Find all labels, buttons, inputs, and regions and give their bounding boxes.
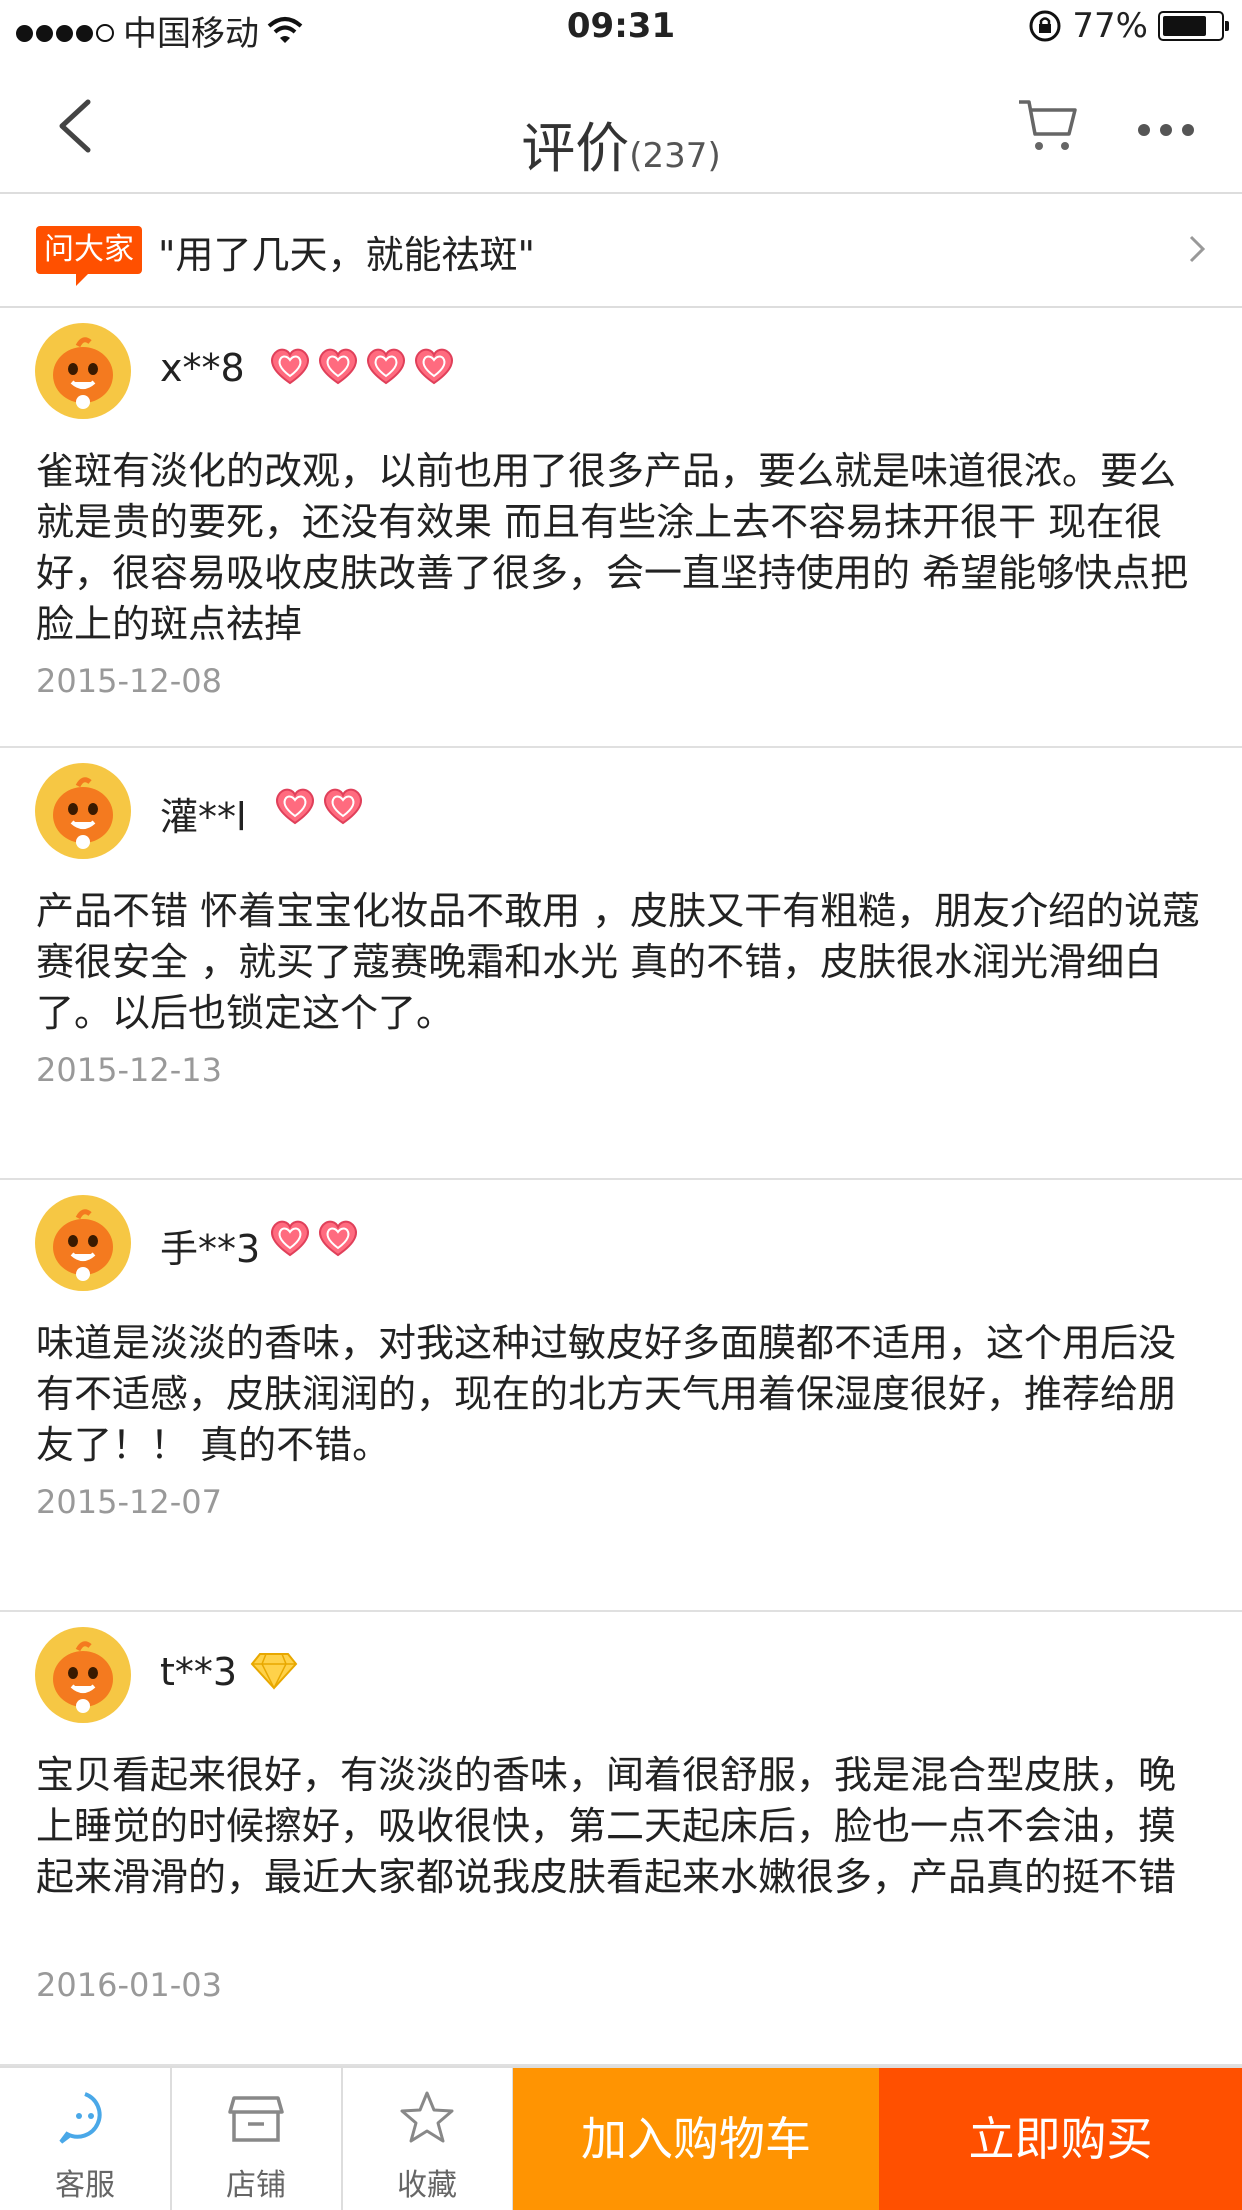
heart-level-icon (276, 788, 314, 825)
review-text: 雀斑有淡化的改观，以前也用了很多产品，要么就是味道很浓。要么就是贵的要死，还没有… (36, 449, 1189, 646)
avatar (35, 323, 131, 419)
battery-fill (1163, 16, 1206, 36)
service-label: 客服 (55, 2168, 115, 2203)
review-item: t**3 宝贝看起来很好，有淡淡的香味，闻着很舒服，我是混合型皮肤，晚上睡觉的时候… (0, 1612, 1242, 2066)
review-count: (237) (629, 136, 721, 176)
shop-label: 店铺 (226, 2168, 286, 2203)
service-icon (59, 2092, 102, 2144)
favorite-button[interactable]: 收藏 (342, 2068, 514, 2210)
review-item: 手**3 味道是淡淡的香味，对我这种过敏皮好多面膜都不适用，这个用后没有不适感，皮… (0, 1180, 1242, 1612)
heart-level-icon (319, 348, 357, 385)
ask-tag: 问大家 (36, 226, 142, 274)
reviewer-name: 手**3 (160, 1227, 261, 1271)
avatar (35, 763, 131, 859)
review-text: 产品不错 怀着宝宝化妆品不敢用 ，皮肤又干有粗糙，朋友介绍的说蔻赛很安全 ，就买… (36, 889, 1201, 1035)
reviewer-name: t**3 (160, 1650, 238, 1694)
review-text: 宝贝看起来很好，有淡淡的香味，闻着很舒服，我是混合型皮肤，晚上睡觉的时候擦好，吸… (36, 1753, 1177, 1899)
ask-everyone-banner[interactable]: 问大家 "用了几天，就能祛斑" (0, 194, 1242, 308)
more-icon[interactable] (1136, 120, 1196, 140)
favorite-label: 收藏 (397, 2168, 457, 2203)
shop-button[interactable]: 店铺 (171, 2068, 343, 2210)
heart-level-icon (367, 348, 405, 385)
reviewer-level-badges (250, 1650, 298, 1690)
buy-now-button[interactable]: 立即购买 (879, 2068, 1242, 2210)
reviewer-level-badges (272, 786, 366, 826)
battery-percent: 77% (1072, 6, 1148, 46)
service-button[interactable]: 客服 (0, 2068, 172, 2210)
review-text: 味道是淡淡的香味，对我这种过敏皮好多面膜都不适用，这个用后没有不适感，皮肤润润的… (36, 1321, 1177, 1467)
heart-level-icon (271, 1220, 309, 1257)
page-title-text: 评价 (521, 117, 630, 180)
heart-level-icon (324, 788, 362, 825)
status-bar: 中国移动 09:31 77% (0, 0, 1242, 62)
rotation-lock-icon (1029, 10, 1061, 42)
ask-question: "用了几天，就能祛斑" (158, 233, 535, 277)
heart-level-icon (319, 1220, 357, 1257)
heart-level-icon (271, 348, 309, 385)
review-item: x**8 雀斑有淡化的改观，以前也用了很多产品，要么就是味道很浓。要么就是贵的要死… (0, 308, 1242, 748)
chevron-right-icon (1189, 235, 1206, 263)
cart-icon[interactable] (1015, 94, 1079, 158)
heart-level-icon (415, 348, 453, 385)
nav-bar: 评价(237) (0, 62, 1242, 194)
review-date: 2015-12-13 (36, 1051, 222, 1089)
reviewer-level-badges (267, 346, 457, 386)
reviewer-name: 灌**l (160, 795, 247, 839)
reviewer-name: x**8 (160, 346, 245, 390)
review-date: 2015-12-07 (36, 1483, 222, 1521)
star-icon (400, 2091, 454, 2143)
battery-icon (1158, 11, 1229, 41)
diamond-level-icon (250, 1653, 298, 1690)
avatar (35, 1627, 131, 1723)
status-right: 77% (1028, 6, 1229, 46)
review-item: 灌**l 产品不错 怀着宝宝化妆品不敢用 ，皮肤又干有粗糙，朋友介绍的说蔻赛很安全… (0, 748, 1242, 1180)
shop-icon (228, 2096, 284, 2142)
review-date: 2015-12-08 (36, 662, 222, 700)
add-to-cart-button[interactable]: 加入购物车 (513, 2068, 879, 2210)
avatar (35, 1195, 131, 1291)
reviewer-level-badges (267, 1218, 361, 1258)
bottom-action-bar: 客服 店铺 收藏 加入购物车 立即购买 (0, 2066, 1242, 2210)
review-date: 2016-01-03 (36, 1966, 222, 2004)
